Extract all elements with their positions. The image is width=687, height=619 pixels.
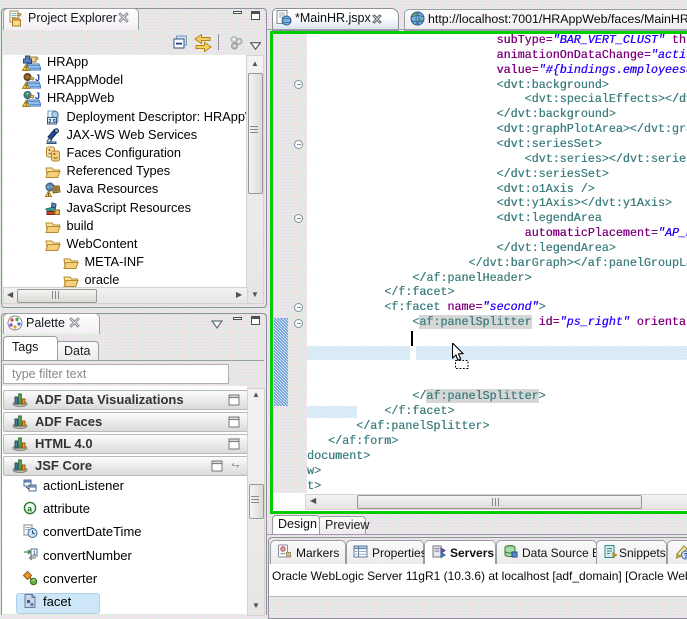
svg-text:a: a: [27, 503, 32, 513]
svg-text:1: 1: [33, 550, 37, 557]
